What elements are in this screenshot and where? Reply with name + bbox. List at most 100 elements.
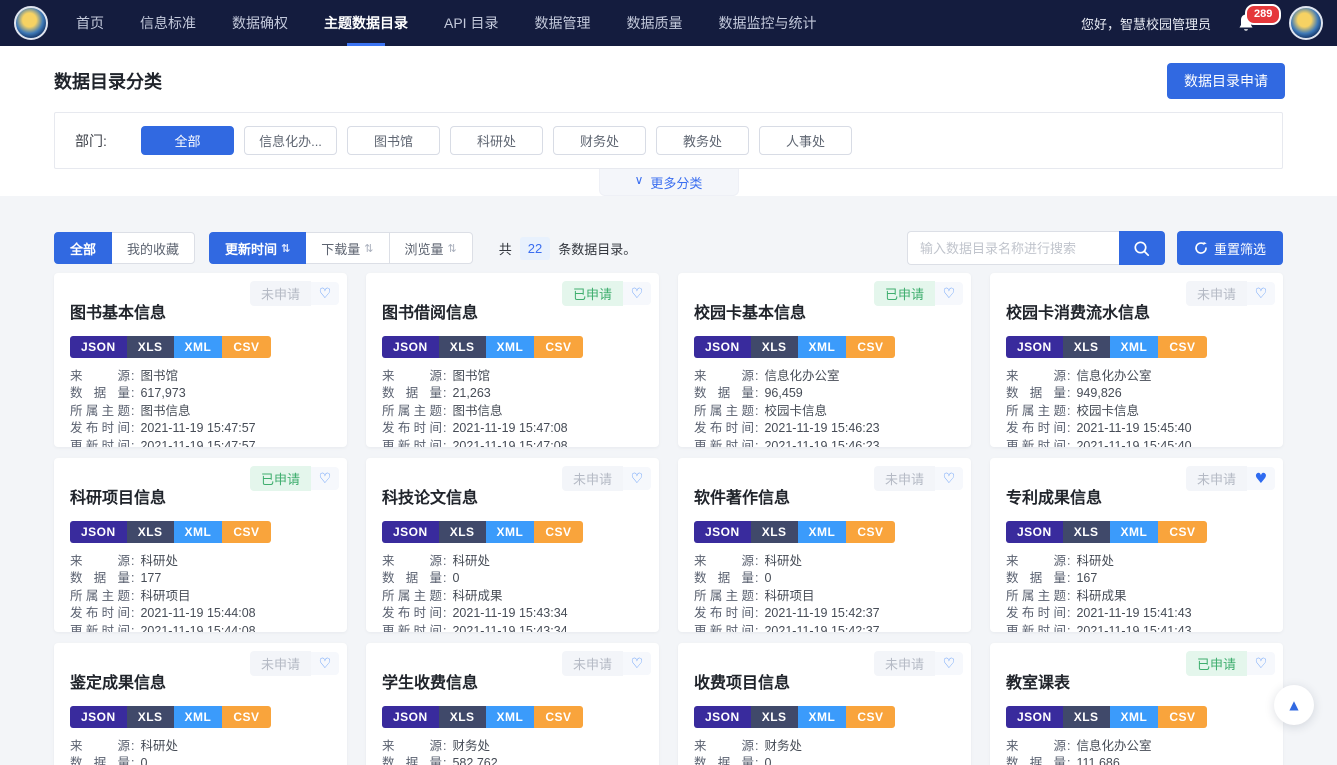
catalog-card[interactable]: 未申请 ♡ 收费项目信息 JSON XLS XML CSV 来源: 财务处 数据… <box>678 643 971 765</box>
catalog-card[interactable]: 未申请 ♡ 软件著作信息 JSON XLS XML CSV 来源: 科研处 数据… <box>678 458 971 632</box>
volume-label: 数据量 <box>382 385 442 402</box>
department-hr[interactable]: 人事处 <box>759 126 852 155</box>
favorite-heart-icon[interactable]: ♡ <box>935 652 963 675</box>
catalog-card[interactable]: 未申请 ♡ 鉴定成果信息 JSON XLS XML CSV 来源: 科研处 数据… <box>54 643 347 765</box>
format-badge-xml: XML <box>1110 706 1159 728</box>
volume-line: 数据量: 177 <box>70 570 331 587</box>
catalog-card[interactable]: 已申请 ♡ 校园卡基本信息 JSON XLS XML CSV 来源: 信息化办公… <box>678 273 971 447</box>
user-avatar[interactable] <box>1289 6 1323 40</box>
nav-item-api-catalog[interactable]: API 目录 <box>444 0 498 46</box>
catalog-apply-button[interactable]: 数据目录申请 <box>1167 63 1285 99</box>
updated-label: 更新时间 <box>70 623 130 632</box>
search-bar <box>907 231 1165 265</box>
tab-my-favorites[interactable]: 我的收藏 <box>111 232 195 264</box>
colon: : <box>131 368 134 385</box>
department-finance[interactable]: 财务处 <box>553 126 646 155</box>
nav-item-topic-catalog[interactable]: 主题数据目录 <box>324 0 408 46</box>
volume-value: 949,826 <box>1076 385 1121 402</box>
department-library[interactable]: 图书馆 <box>347 126 440 155</box>
favorite-heart-icon[interactable]: ♡ <box>935 282 963 305</box>
published-label: 发布时间 <box>382 420 442 437</box>
tab-all[interactable]: 全部 <box>54 232 112 264</box>
search-icon <box>1133 240 1150 257</box>
back-to-top-button[interactable]: ▲ <box>1274 685 1314 725</box>
topic-label: 所属主题 <box>1006 403 1066 420</box>
department-info-office[interactable]: 信息化办... <box>244 126 337 155</box>
card-info: 来源: 图书馆 数据量: 21,263 所属主题: 图书信息 发布时间: 202… <box>382 368 643 447</box>
nav-item-home[interactable]: 首页 <box>76 0 104 46</box>
topic-label: 所属主题 <box>70 403 130 420</box>
favorite-heart-icon[interactable]: ♡ <box>623 282 651 305</box>
catalog-card[interactable]: 已申请 ♡ 教室课表 JSON XLS XML CSV 来源: 信息化办公室 数… <box>990 643 1283 765</box>
catalog-card[interactable]: 未申请 ♡ 学生收费信息 JSON XLS XML CSV 来源: 财务处 数据… <box>366 643 659 765</box>
favorite-heart-icon[interactable]: ♡ <box>623 467 651 490</box>
favorite-heart-icon[interactable]: ♡ <box>935 467 963 490</box>
published-label: 发布时间 <box>382 605 442 622</box>
favorite-heart-icon[interactable]: ♡ <box>623 652 651 675</box>
app-logo[interactable] <box>14 6 48 40</box>
favorite-heart-icon[interactable]: ♡ <box>1247 282 1275 305</box>
reset-filters-button[interactable]: 重置筛选 <box>1177 231 1283 265</box>
format-badge-xls: XLS <box>439 706 486 728</box>
source-label: 来源 <box>70 738 130 755</box>
colon: : <box>443 570 446 587</box>
format-badge-json: JSON <box>1006 521 1063 543</box>
updated-value: 2021-11-19 15:41:43 <box>1076 623 1191 632</box>
catalog-card[interactable]: 未申请 ♥ 专利成果信息 JSON XLS XML CSV 来源: 科研处 数据… <box>990 458 1283 632</box>
catalog-card[interactable]: 已申请 ♡ 图书借阅信息 JSON XLS XML CSV 来源: 图书馆 数据… <box>366 273 659 447</box>
nav-item-info-standard[interactable]: 信息标准 <box>140 0 196 46</box>
colon: : <box>755 738 758 755</box>
search-button[interactable] <box>1119 231 1165 265</box>
nav-item-data-monitoring[interactable]: 数据监控与统计 <box>718 0 816 46</box>
colon: : <box>131 420 134 437</box>
topic-line: 所属主题: 科研项目 <box>70 588 331 605</box>
filter-section: 部门: 全部 信息化办... 图书馆 科研处 财务处 教务处 人事处 ∨ 更多分… <box>0 112 1337 196</box>
format-badges: JSON XLS XML CSV <box>1006 521 1207 543</box>
format-badge-csv: CSV <box>222 336 270 358</box>
favorite-heart-icon[interactable]: ♡ <box>311 652 339 675</box>
sort-view-count[interactable]: 浏览量 ⇅ <box>389 232 473 264</box>
topic-line: 所属主题: 科研成果 <box>382 588 643 605</box>
catalog-card[interactable]: 未申请 ♡ 图书基本信息 JSON XLS XML CSV 来源: 图书馆 数据… <box>54 273 347 447</box>
nav-item-data-rights[interactable]: 数据确权 <box>232 0 288 46</box>
department-research[interactable]: 科研处 <box>450 126 543 155</box>
published-value: 2021-11-19 15:45:40 <box>1076 420 1191 437</box>
source-line: 来源: 图书馆 <box>70 368 331 385</box>
source-line: 来源: 科研处 <box>70 738 331 755</box>
department-all[interactable]: 全部 <box>141 126 234 155</box>
favorite-heart-icon[interactable]: ♡ <box>311 467 339 490</box>
department-academic[interactable]: 教务处 <box>656 126 749 155</box>
format-badges: JSON XLS XML CSV <box>382 521 583 543</box>
topic-label: 所属主题 <box>1006 588 1066 605</box>
format-badge-csv: CSV <box>222 706 270 728</box>
card-status-row: 未申请 ♡ <box>562 466 651 491</box>
favorite-heart-icon[interactable]: ♡ <box>1247 652 1275 675</box>
status-badge: 已申请 <box>1186 651 1247 676</box>
nav-item-data-quality[interactable]: 数据质量 <box>626 0 682 46</box>
volume-line: 数据量: 21,263 <box>382 385 643 402</box>
updated-line: 更新时间: 2021-11-19 15:41:43 <box>1006 623 1267 632</box>
nav-item-data-management[interactable]: 数据管理 <box>534 0 590 46</box>
favorite-heart-icon[interactable]: ♡ <box>311 282 339 305</box>
topic-value: 校园卡信息 <box>764 403 827 420</box>
catalog-card[interactable]: 未申请 ♡ 科技论文信息 JSON XLS XML CSV 来源: 科研处 数据… <box>366 458 659 632</box>
favorite-heart-icon[interactable]: ♥ <box>1247 467 1275 490</box>
search-input[interactable] <box>907 231 1119 265</box>
published-line: 发布时间: 2021-11-19 15:47:08 <box>382 420 643 437</box>
catalog-card[interactable]: 已申请 ♡ 科研项目信息 JSON XLS XML CSV 来源: 科研处 数据… <box>54 458 347 632</box>
sort-update-time[interactable]: 更新时间 ⇅ <box>209 232 306 264</box>
volume-label: 数据量 <box>70 570 130 587</box>
catalog-card[interactable]: 未申请 ♡ 校园卡消费流水信息 JSON XLS XML CSV 来源: 信息化… <box>990 273 1283 447</box>
source-line: 来源: 信息化办公室 <box>1006 738 1267 755</box>
more-categories-toggle[interactable]: ∨ 更多分类 <box>599 169 739 196</box>
refresh-icon <box>1194 241 1208 255</box>
volume-value: 582,762 <box>452 755 497 765</box>
notification-bell[interactable]: 289 <box>1237 13 1255 33</box>
card-status-row: 未申请 ♡ <box>562 651 651 676</box>
updated-label: 更新时间 <box>70 438 130 447</box>
topic-line: 所属主题: 图书信息 <box>382 403 643 420</box>
colon: : <box>131 438 134 447</box>
colon: : <box>1067 570 1070 587</box>
sort-download-count[interactable]: 下载量 ⇅ <box>305 232 389 264</box>
status-badge: 已申请 <box>562 281 623 306</box>
